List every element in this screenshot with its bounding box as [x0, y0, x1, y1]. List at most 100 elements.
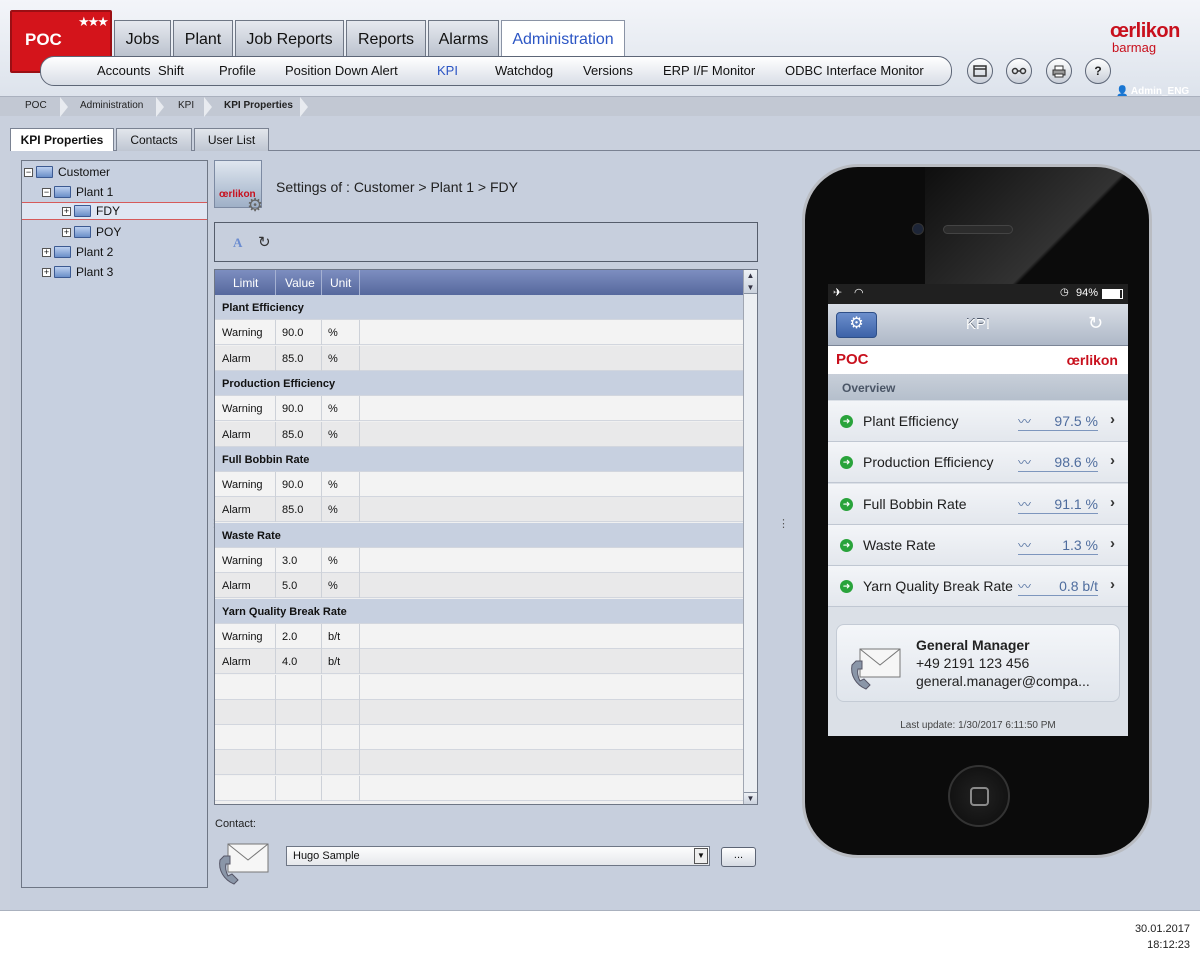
breadcrumb-item-kpi[interactable]: KPI — [178, 100, 194, 111]
kpi-limit-row[interactable]: Alarm 5.0% — [215, 573, 743, 599]
splitter-handle[interactable]: ⋮ — [778, 517, 789, 530]
kpi-name: Yarn Quality Break Rate — [863, 578, 1013, 595]
tab-administration[interactable]: Administration — [501, 20, 625, 58]
contact-browse-button[interactable]: ... — [721, 847, 756, 867]
kpi-limit-row[interactable]: Warning 90.0% — [215, 472, 743, 498]
column-divider — [321, 345, 322, 371]
collapse-icon[interactable]: − — [42, 187, 51, 197]
subtab-watchdog[interactable]: Watchdog — [495, 63, 553, 78]
kpi-group-row[interactable]: Yarn Quality Break Rate — [215, 598, 743, 624]
breadcrumb-item-administration[interactable]: Administration — [80, 100, 143, 111]
tab-user-list[interactable]: User List — [194, 128, 269, 151]
kpi-list-item[interactable]: ➜ Plant Efficiency 〰 97.5 % › — [828, 401, 1128, 442]
kpi-limit-row[interactable]: Warning 3.0% — [215, 548, 743, 573]
speaker-icon — [943, 225, 1013, 234]
tree-node-customer[interactable]: − Customer — [24, 163, 110, 181]
tab-kpi-properties[interactable]: KPI Properties — [10, 128, 114, 151]
subtab-versions[interactable]: Versions — [583, 63, 633, 78]
subtab-odbc-interface-monitor[interactable]: ODBC Interface Monitor — [785, 63, 924, 78]
kpi-list-item[interactable]: ➜ Production Efficiency 〰 98.6 % › — [828, 442, 1128, 484]
manager-contact-card[interactable]: General Manager +49 2191 123 456 general… — [836, 624, 1120, 702]
kpi-group-row[interactable]: Waste Rate — [215, 522, 743, 548]
collapse-icon[interactable]: − — [24, 167, 33, 177]
tab-jobs[interactable]: Jobs — [114, 20, 171, 58]
scroll-down-icon[interactable]: ▼ — [744, 792, 757, 804]
kpi-limit-row[interactable]: Warning 90.0% — [215, 396, 743, 422]
kpi-limit-row[interactable]: Alarm 85.0% — [215, 345, 743, 371]
tab-job-reports[interactable]: Job Reports — [235, 20, 344, 58]
breadcrumb-item-kpi-properties: KPI Properties — [224, 100, 293, 111]
tree-node-plant-1[interactable]: − Plant 1 — [42, 183, 113, 201]
column-header-unit[interactable]: Unit — [330, 276, 351, 290]
tree-node-poy[interactable]: + POY — [62, 223, 121, 241]
subtab-kpi[interactable]: KPI — [437, 63, 458, 78]
status-ok-icon: ➜ — [840, 580, 853, 594]
limit-cell: Alarm — [222, 428, 251, 441]
kpi-list-item[interactable]: ➜ Waste Rate 〰 1.3 % › — [828, 524, 1128, 566]
refresh-icon[interactable]: ↻ — [1088, 313, 1103, 334]
tree-node-label: Plant 3 — [76, 265, 114, 279]
scroll-up-icon[interactable]: ▲ ▼ — [744, 270, 757, 294]
contact-selected-value: Hugo Sample — [293, 850, 360, 862]
unit-cell: b/t — [328, 656, 341, 669]
kpi-group-name: Yarn Quality Break Rate — [222, 605, 347, 618]
tree-node-plant-2[interactable]: + Plant 2 — [42, 243, 113, 261]
chevron-right-icon: › — [1110, 534, 1115, 552]
column-divider — [275, 623, 276, 649]
subtab-profile[interactable]: Profile — [219, 63, 256, 78]
window-button[interactable] — [967, 58, 993, 84]
column-divider — [275, 775, 276, 801]
subtab-erp-if-monitor[interactable]: ERP I/F Monitor — [663, 63, 755, 78]
unit-cell: b/t — [328, 630, 341, 643]
tab-contacts[interactable]: Contacts — [116, 128, 192, 151]
print-button[interactable] — [1046, 58, 1072, 84]
column-divider — [359, 750, 360, 776]
limit-cell: Alarm — [222, 504, 251, 517]
tree-node-plant-3[interactable]: + Plant 3 — [42, 263, 113, 281]
subtab-accounts[interactable]: Accounts — [97, 63, 150, 78]
kpi-group-name: Full Bobbin Rate — [222, 453, 310, 466]
kpi-limit-row[interactable]: Alarm 85.0% — [215, 421, 743, 447]
column-divider — [359, 320, 360, 346]
font-icon[interactable]: A — [233, 235, 242, 251]
help-button[interactable]: ? — [1085, 58, 1111, 84]
tab-reports[interactable]: Reports — [346, 20, 426, 58]
kpi-limit-row[interactable]: Warning 2.0 b/t — [215, 623, 743, 649]
tab-alarms[interactable]: Alarms — [428, 20, 499, 58]
manager-email[interactable]: general.manager@compa... — [916, 673, 1114, 689]
kpi-limit-row[interactable]: Warning 90.0% — [215, 320, 743, 346]
column-header-value[interactable]: Value — [285, 276, 315, 290]
grid-scrollbar[interactable]: ▲ ▼ ▼ — [743, 270, 757, 804]
expand-icon[interactable]: + — [42, 267, 51, 277]
home-button[interactable] — [948, 765, 1010, 827]
contact-dropdown[interactable]: Hugo Sample ▼ — [286, 846, 710, 866]
battery-level: 94% — [1076, 287, 1099, 299]
grid-toolbar: A ↻ — [214, 222, 758, 262]
manager-phone[interactable]: +49 2191 123 456 — [916, 655, 1029, 671]
column-divider — [275, 649, 276, 675]
value-cell: 5.0 — [282, 580, 298, 593]
column-header-limit[interactable]: Limit — [233, 276, 258, 290]
kpi-limit-row[interactable]: Alarm 4.0 b/t — [215, 649, 743, 675]
subtab-shift[interactable]: Shift — [158, 63, 184, 78]
tree-node-fdy[interactable]: + FDY — [22, 202, 207, 220]
breadcrumb-item-poc[interactable]: POC — [25, 100, 47, 111]
expand-icon[interactable]: + — [62, 227, 71, 237]
kpi-group-row[interactable]: Full Bobbin Rate — [215, 446, 743, 472]
column-divider — [359, 573, 360, 599]
connection-button[interactable] — [1006, 58, 1032, 84]
chevron-down-icon[interactable]: ▼ — [694, 848, 708, 864]
tab-plant[interactable]: Plant — [173, 20, 233, 58]
refresh-icon[interactable]: ↻ — [258, 233, 271, 251]
kpi-list-item[interactable]: ➜ Full Bobbin Rate 〰 91.1 % › — [828, 483, 1128, 525]
expand-icon[interactable]: + — [42, 247, 51, 257]
subtab-position-down-alert[interactable]: Position Down Alert — [285, 63, 398, 78]
kpi-list-item[interactable]: ➜ Yarn Quality Break Rate 〰 0.8 b/t › — [828, 566, 1128, 608]
kpi-group-row[interactable]: Plant Efficiency — [215, 295, 743, 320]
kpi-name: Waste Rate — [863, 536, 936, 553]
column-divider — [359, 725, 360, 751]
folder-icon — [74, 226, 91, 238]
kpi-group-row[interactable]: Production Efficiency — [215, 370, 743, 396]
expand-icon[interactable]: + — [62, 206, 71, 216]
kpi-limit-row[interactable]: Alarm 85.0% — [215, 497, 743, 523]
